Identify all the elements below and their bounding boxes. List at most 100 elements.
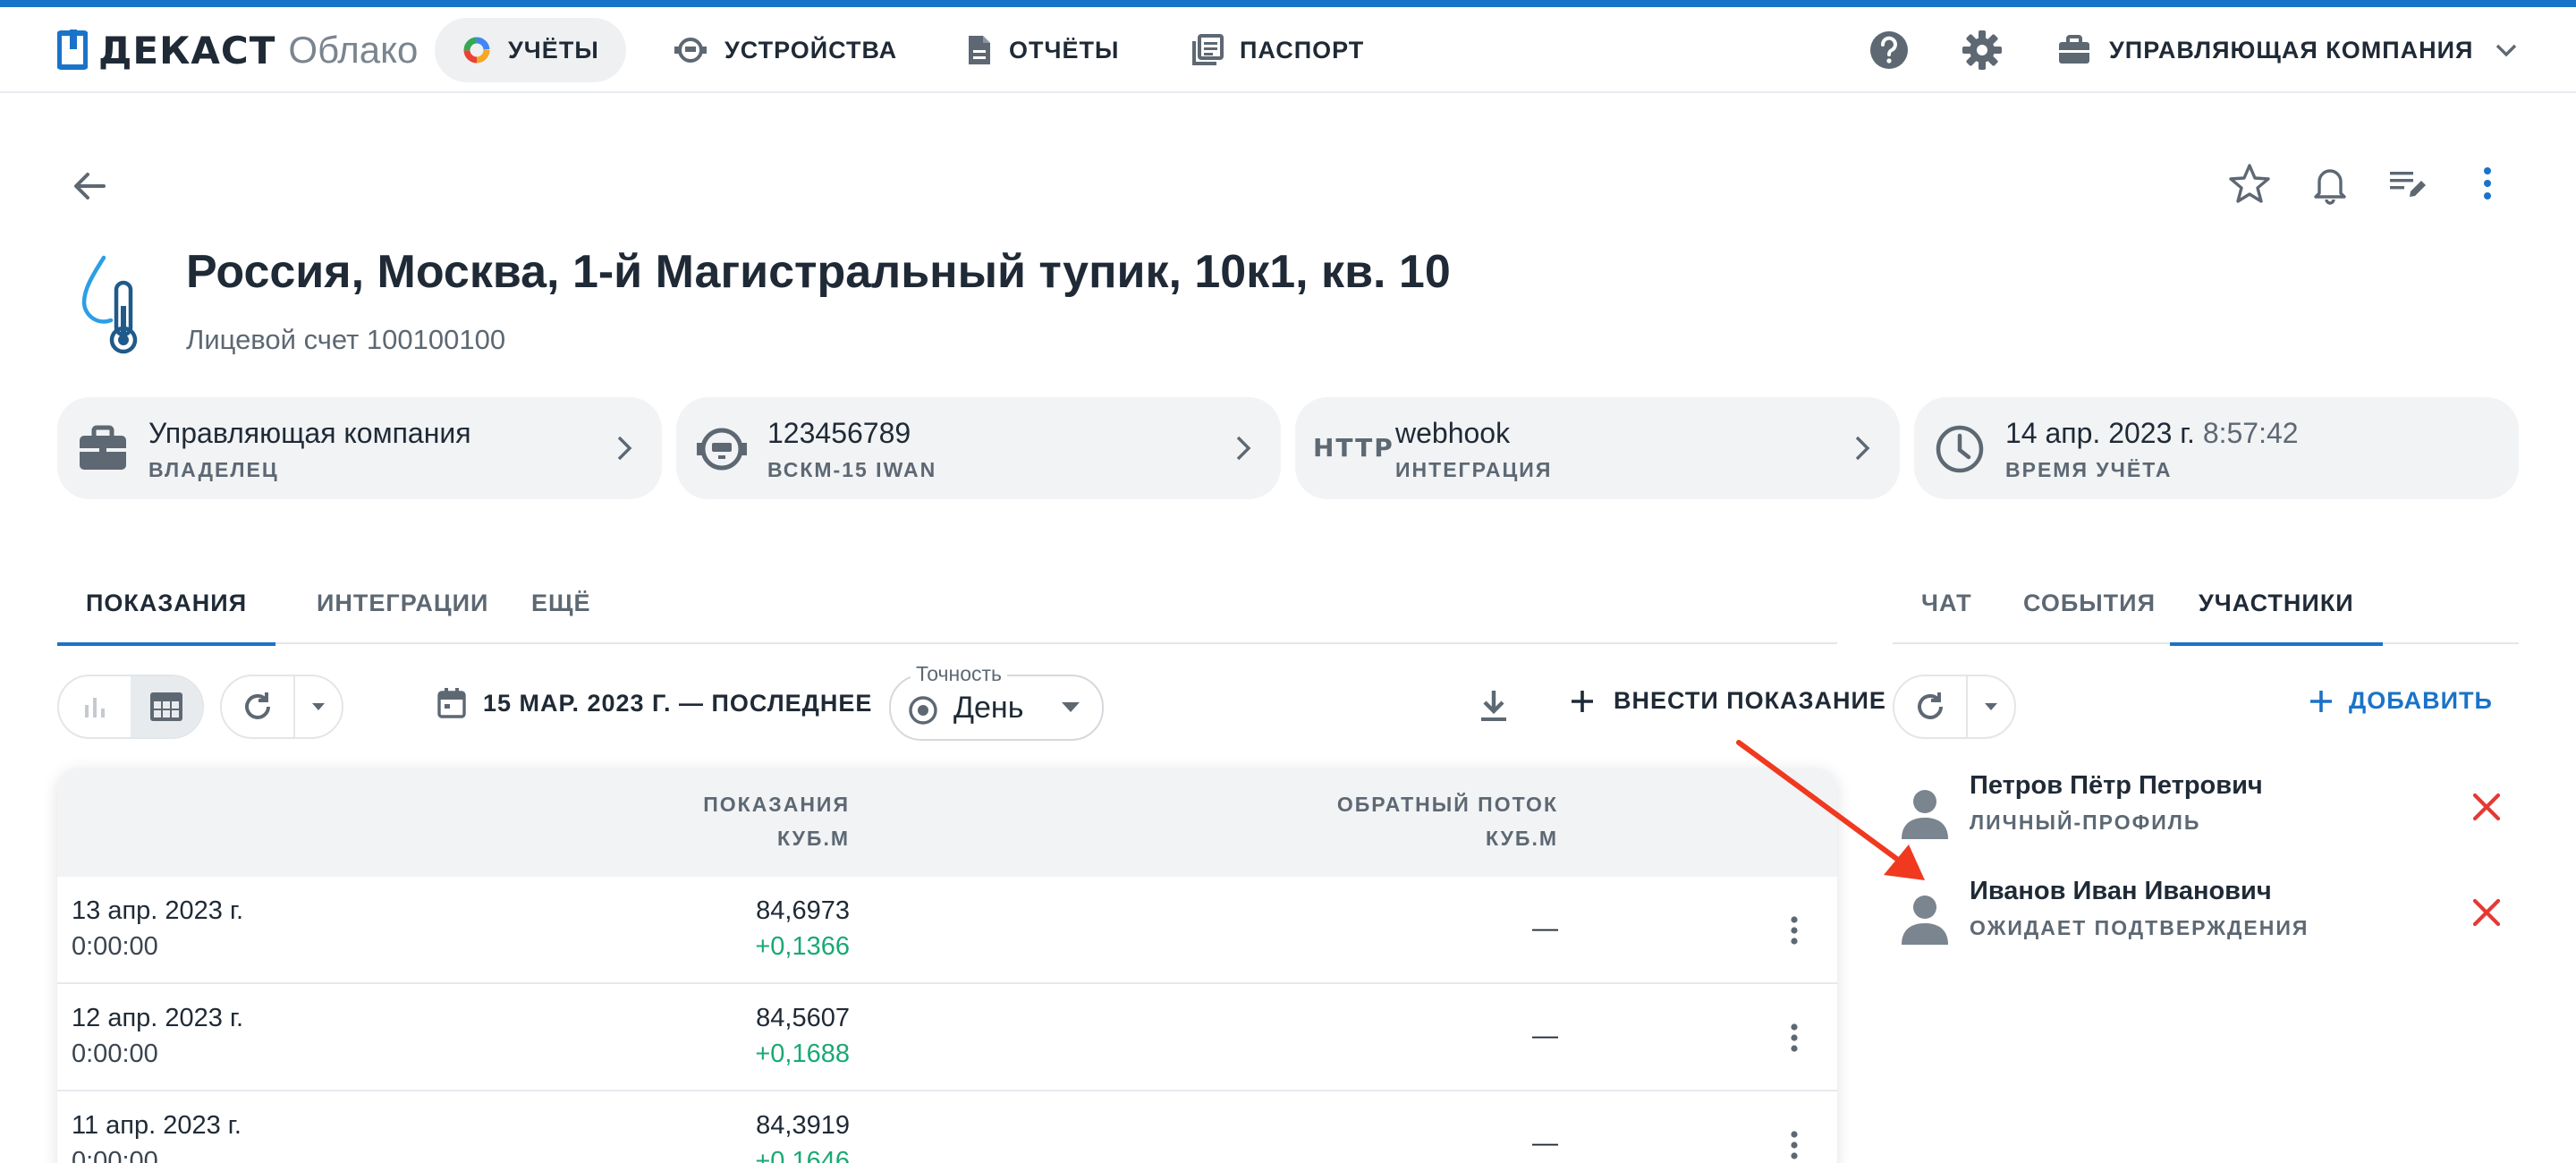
more-vert-icon[interactable]	[2465, 161, 2510, 206]
row-date: 12 апр. 2023 г.	[72, 1004, 244, 1032]
clock-icon	[1936, 425, 1984, 473]
table-row[interactable]: 11 апр. 2023 г. 0:00:00 84,3919 +0,1646 …	[57, 1091, 1837, 1163]
refresh-button[interactable]	[1894, 676, 1966, 737]
water-temperature-icon	[81, 255, 138, 354]
plus-icon	[2310, 690, 2332, 712]
help-icon[interactable]	[1868, 29, 1911, 72]
owner-card[interactable]: Управляющая компания ВЛАДЕЛЕЦ	[57, 397, 662, 499]
nav-item-label: ПАСПОРТ	[1240, 36, 1365, 64]
row-delta: +0,1646	[755, 1147, 850, 1163]
participant-status: ОЖИДАЕТ ПОДТВЕРЖДЕНИЯ	[1970, 916, 2309, 939]
tab-more[interactable]: ЕЩЁ	[503, 562, 620, 644]
row-delta: +0,1688	[755, 1040, 850, 1068]
company-menu-label: УПРАВЛЯЮЩАЯ КОМПАНИЯ	[2109, 36, 2474, 64]
caret-down-icon	[312, 703, 325, 710]
participant-item[interactable]: Иванов Иван Иванович ОЖИДАЕТ ПОДТВЕРЖДЕН…	[1893, 877, 2519, 975]
tab-participants[interactable]: УЧАСТНИКИ	[2170, 562, 2383, 646]
add-participant-label: ДОБАВИТЬ	[2349, 687, 2493, 714]
nav-item-label: ОТЧЁТЫ	[1009, 36, 1120, 64]
integration-caption: ИНТЕГРАЦИЯ	[1395, 458, 1553, 481]
device-serial: 123456789	[767, 417, 911, 449]
nav-item-reports[interactable]: ОТЧЁТЫ	[939, 18, 1146, 82]
chevron-right-icon	[1236, 436, 1251, 461]
row-time: 0:00:00	[72, 1040, 158, 1068]
refresh-icon	[1918, 692, 1943, 719]
library-books-icon	[1192, 34, 1224, 65]
remove-participant-icon[interactable]	[2469, 895, 2504, 930]
refresh-button[interactable]	[222, 676, 293, 737]
water-meter-icon	[697, 428, 747, 471]
participant-status: ЛИЧНЫЙ-ПРОФИЛЬ	[1970, 811, 2201, 834]
top-accent-bar	[0, 0, 2576, 7]
chevron-right-icon	[617, 436, 632, 461]
download-icon[interactable]	[1474, 687, 1513, 726]
caret-down-icon	[1985, 703, 1997, 710]
tab-chat[interactable]: ЧАТ	[1893, 562, 2001, 644]
participant-name: Иванов Иван Иванович	[1970, 877, 2272, 905]
remove-participant-icon[interactable]	[2469, 789, 2504, 825]
back-arrow-icon[interactable]	[64, 161, 114, 211]
more-vert-icon[interactable]	[1776, 1127, 1812, 1163]
more-vert-icon[interactable]	[1776, 913, 1812, 948]
nav-item-accounts[interactable]: УЧЁТЫ	[435, 18, 626, 82]
row-delta: +0,1366	[755, 932, 850, 961]
company-menu[interactable]: УПРАВЛЯЮЩАЯ КОМПАНИЯ	[2057, 18, 2518, 82]
nav-item-passport[interactable]: ПАСПОРТ	[1165, 18, 1391, 82]
row-reverse-flow: —	[1532, 914, 1558, 943]
table-row[interactable]: 13 апр. 2023 г. 0:00:00 84,6973 +0,1366 …	[57, 877, 1837, 984]
document-icon	[969, 36, 990, 64]
accounting-date: 14 апр. 2023 г.	[2005, 417, 2195, 449]
edit-list-icon[interactable]	[2386, 161, 2431, 206]
accounting-time: 8:57:42	[2202, 417, 2299, 449]
refresh-options-button[interactable]	[293, 676, 342, 737]
tab-events[interactable]: СОБЫТИЯ	[1995, 562, 2184, 644]
table-view-button[interactable]	[131, 676, 202, 737]
participant-item[interactable]: Петров Пётр Петрович ЛИЧНЫЙ-ПРОФИЛЬ	[1893, 771, 2519, 870]
briefcase-icon	[80, 425, 126, 470]
add-participant-button[interactable]: ДОБАВИТЬ	[2308, 687, 2493, 715]
readings-toolbar: 15 МАР. 2023 Г. — ПОСЛЕДНЕЕ Точность Ден…	[57, 662, 1885, 741]
column-header-reverse-flow[interactable]: ОБРАТНЫЙ ПОТОК КУБ.М	[1337, 787, 1558, 855]
add-reading-label: ВНЕСТИ ПОКАЗАНИЕ	[1614, 687, 1886, 714]
logo[interactable]: ДЕКАСТ Облако	[57, 25, 418, 75]
column-header-readings[interactable]: ПОКАЗАНИЯ КУБ.М	[703, 787, 850, 855]
bell-icon[interactable]	[2308, 161, 2352, 206]
device-card[interactable]: 123456789 ВСКМ-15 IWAN	[676, 397, 1281, 499]
nav-item-label: УЧЁТЫ	[508, 36, 599, 64]
row-value: 84,3919	[756, 1111, 850, 1140]
table-header: ПОКАЗАНИЯ КУБ.М ОБРАТНЫЙ ПОТОК КУБ.М	[57, 768, 1837, 877]
caret-down-icon	[1062, 702, 1080, 712]
tab-readings[interactable]: ПОКАЗАНИЯ	[57, 562, 276, 646]
logo-product: Облако	[288, 29, 419, 71]
precision-value: День	[953, 691, 1024, 725]
briefcase-icon	[2059, 35, 2089, 64]
chevron-right-icon	[1855, 436, 1870, 461]
add-reading-button[interactable]: ВНЕСТИ ПОКАЗАНИЕ	[1569, 687, 1886, 715]
nav-item-devices[interactable]: УСТРОЙСТВА	[646, 18, 924, 82]
accounting-datetime: 14 апр. 2023 г. 8:57:42	[2005, 417, 2299, 450]
precision-select[interactable]: Точность День	[889, 662, 1104, 741]
gear-icon[interactable]	[1961, 29, 2004, 72]
plus-icon	[1572, 690, 1593, 712]
row-date: 13 апр. 2023 г.	[72, 896, 244, 925]
tab-integrations[interactable]: ИНТЕГРАЦИИ	[288, 562, 517, 644]
integration-card[interactable]: HTTP webhook ИНТЕГРАЦИЯ	[1295, 397, 1900, 499]
row-reverse-flow: —	[1532, 1022, 1558, 1050]
row-time: 0:00:00	[72, 932, 158, 961]
device-model: ВСКМ-15 IWAN	[767, 458, 937, 481]
star-icon[interactable]	[2227, 161, 2272, 206]
page-subtitle: Лицевой счет 100100100	[186, 324, 506, 355]
multicolor-ring-icon	[463, 37, 490, 64]
view-toggle	[57, 675, 204, 739]
date-range-picker[interactable]: 15 МАР. 2023 Г. — ПОСЛЕДНЕЕ	[436, 687, 872, 719]
top-navigation: ДЕКАСТ Облако УЧЁТЫ УСТРОЙСТВА ОТЧЁТЫ ПА…	[0, 7, 2576, 93]
more-vert-icon[interactable]	[1776, 1020, 1812, 1056]
readings-table: ПОКАЗАНИЯ КУБ.М ОБРАТНЫЙ ПОТОК КУБ.М 13 …	[57, 768, 1837, 1163]
refresh-split-button	[220, 675, 343, 739]
refresh-options-button[interactable]	[1966, 676, 2014, 737]
chart-view-button[interactable]	[59, 676, 131, 737]
table-row[interactable]: 12 апр. 2023 г. 0:00:00 84,5607 +0,1688 …	[57, 984, 1837, 1091]
bar-chart-icon	[85, 698, 105, 717]
row-reverse-flow: —	[1532, 1129, 1558, 1158]
side-tabs: ЧАТ СОБЫТИЯ УЧАСТНИКИ	[1893, 562, 2519, 646]
